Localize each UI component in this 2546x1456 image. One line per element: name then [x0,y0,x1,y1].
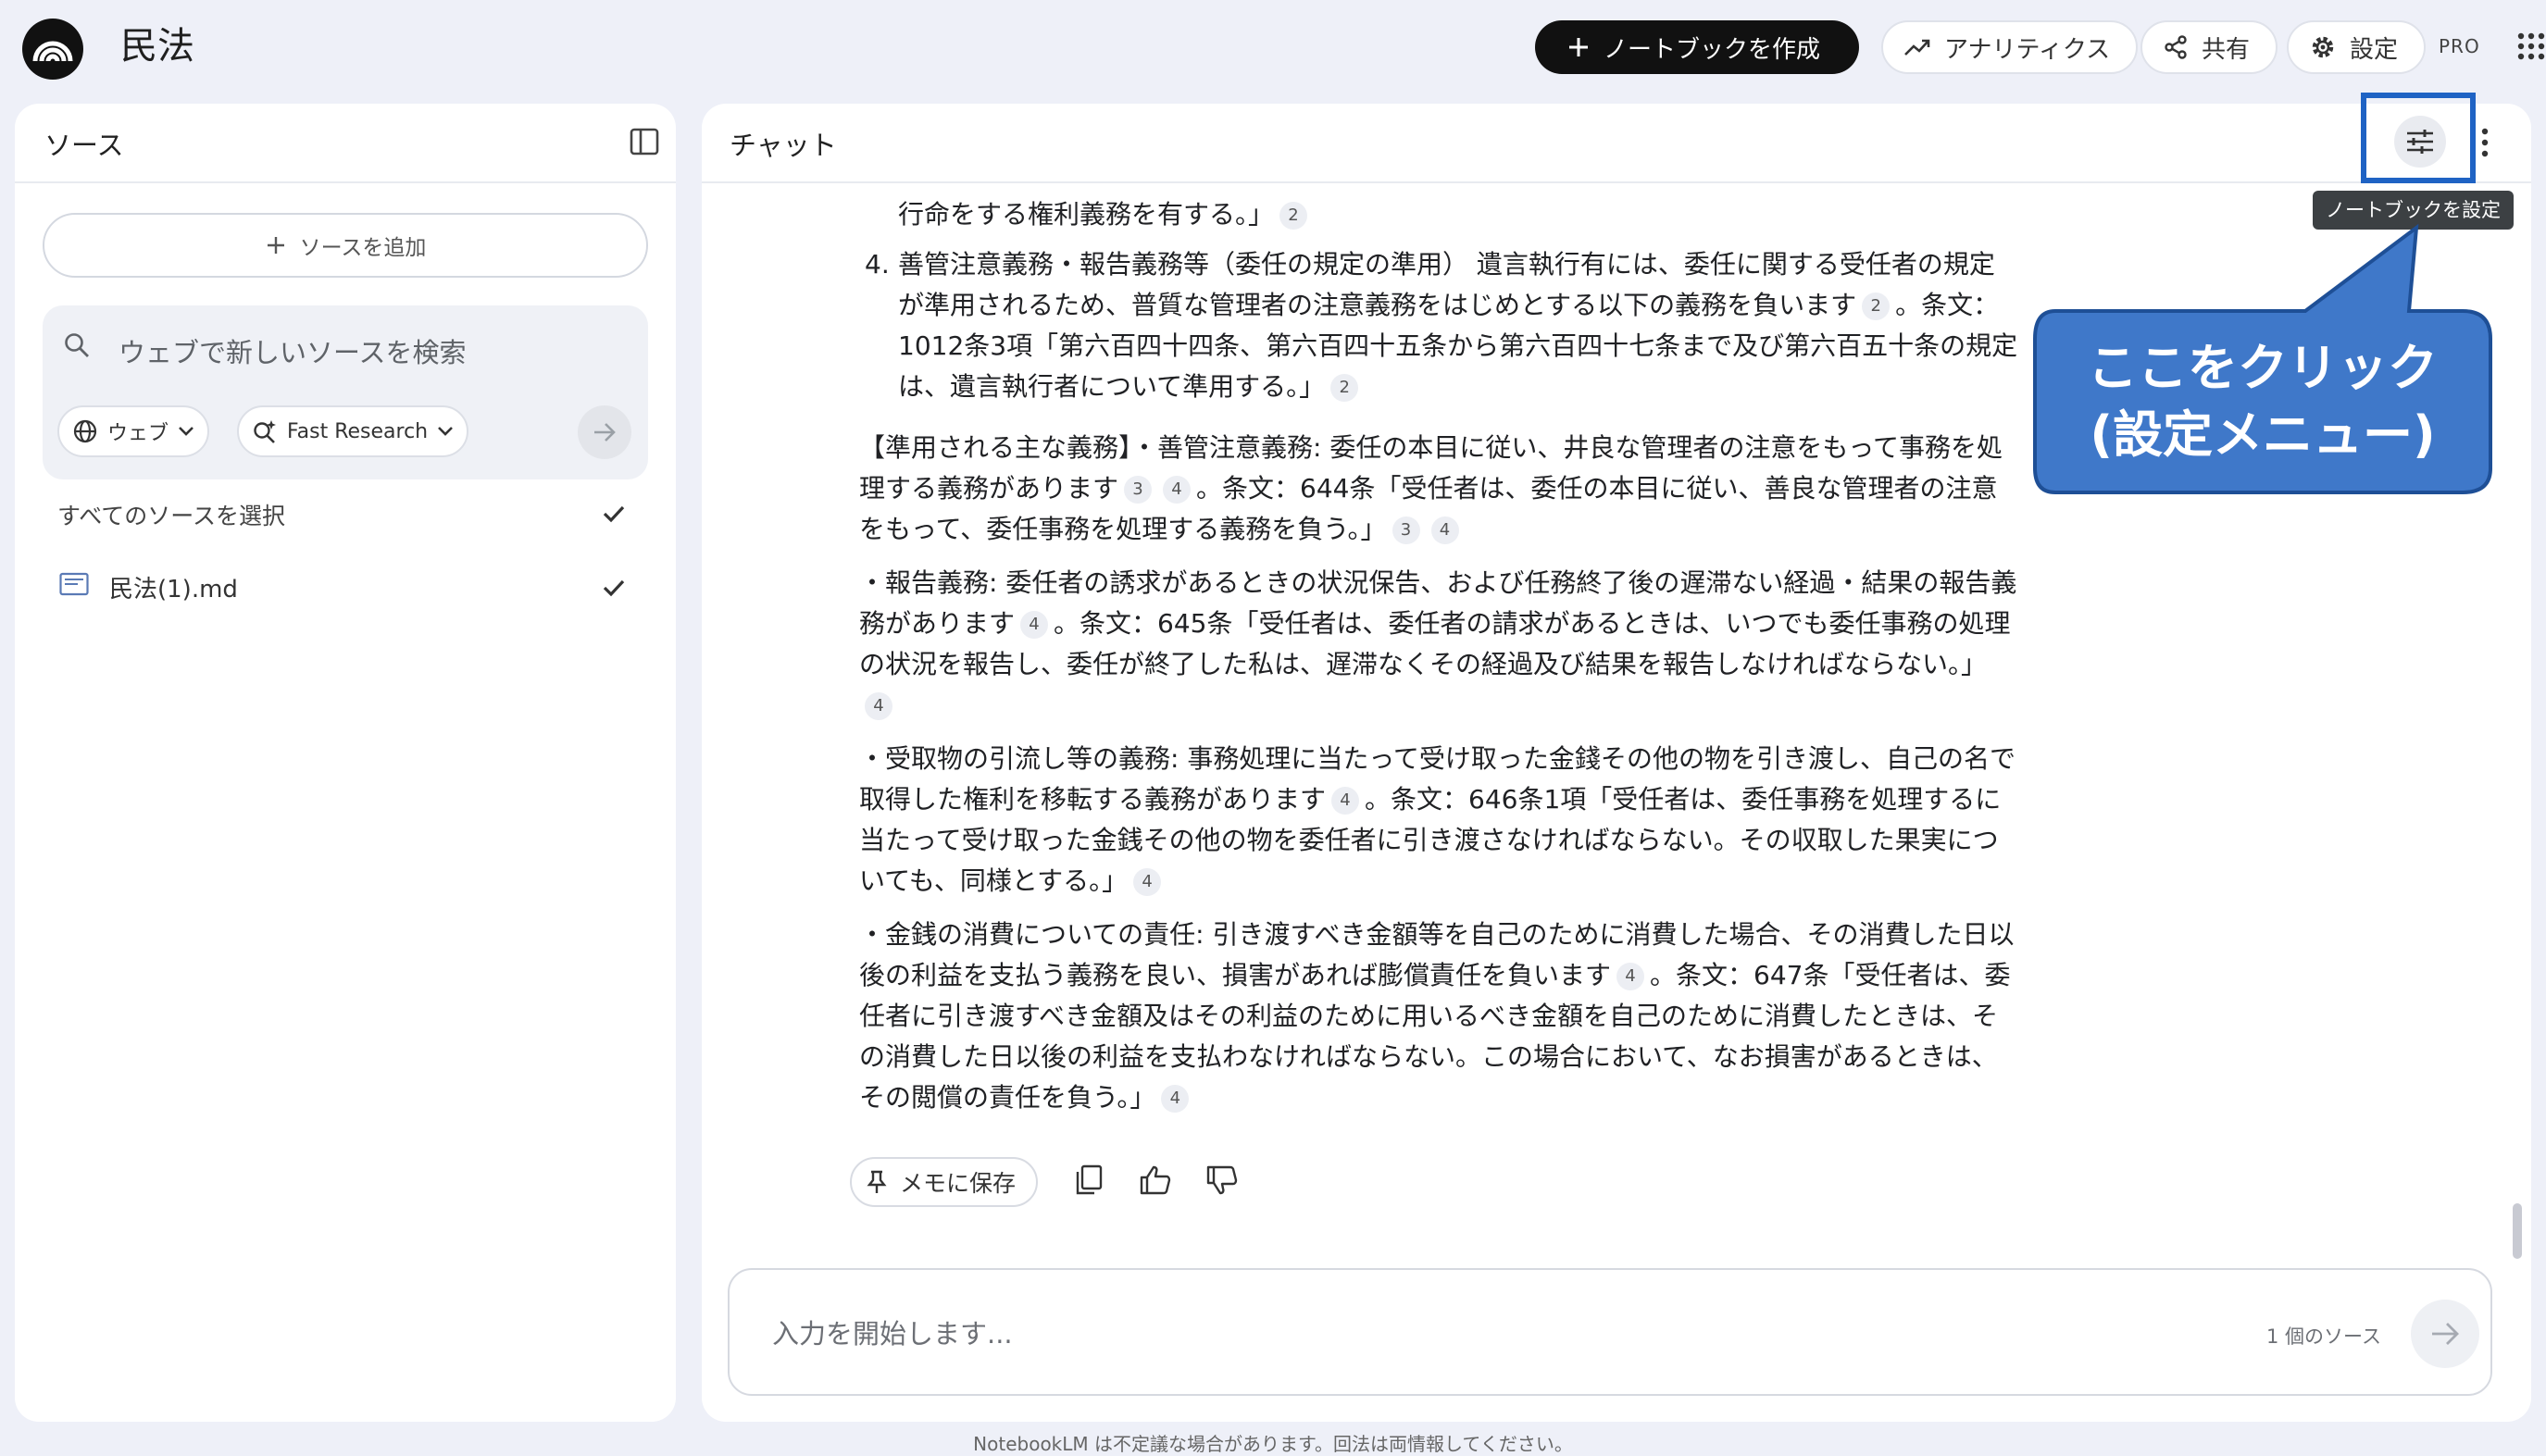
create-notebook-button[interactable]: ノートブックを作成 [1535,20,1860,74]
source-item-label[interactable]: 民法(1).md [109,570,238,604]
citation-badge[interactable]: 3 [1124,476,1153,504]
chat-panel-title: チャット [730,130,837,161]
citation-badge[interactable]: 4 [865,692,892,720]
footer-disclaimer: NotebookLM は不定議な場合があります。回法は両情報してください。 [973,1433,1573,1455]
gear-icon [2312,36,2334,58]
citation-badge[interactable]: 4 [1133,868,1162,896]
settings-button[interactable]: 設定 [2287,20,2427,74]
add-source-label: ソースを追加 [299,236,427,260]
checkmark-icon [603,505,625,523]
source-item-checkbox[interactable] [598,572,630,604]
chat-scrollbar[interactable] [2513,1203,2522,1259]
notebooklm-logo[interactable] [22,19,83,80]
sources-panel-title: ソース [44,130,124,161]
select-all-label: すべてのソースを選択 [57,503,286,529]
save-to-note-button[interactable]: メモに保存 [850,1157,1039,1207]
analytics-button[interactable]: アナリティクス [1881,20,2139,74]
chat-header-divider [702,181,2531,183]
search-icon [63,331,91,359]
citation-badge[interactable]: 4 [1430,516,1459,544]
sources-header-divider [15,181,676,183]
share-button[interactable]: 共有 [2140,20,2278,74]
trending-up-icon [1904,39,1930,56]
copy-icon[interactable] [1074,1164,1104,1196]
citation-badge[interactable]: 4 [1161,1085,1190,1113]
logo-icon [32,41,73,62]
message-text: 行命をする権利義務を有する。」 [898,199,1275,230]
web-search-input[interactable] [117,330,620,376]
thumbs-up-icon[interactable] [1139,1164,1172,1196]
web-source-dropdown[interactable]: ウェブ [57,405,210,457]
message-paragraph: ・金銭の消費についての責任: 引き渡すべき金額等を自己のために消費した場合、その… [859,915,2018,1118]
apps-grid-icon[interactable] [2516,31,2546,61]
web-chip-label: ウェブ [107,422,169,445]
citation-badge[interactable]: 4 [1163,476,1192,504]
citation-badge[interactable]: 4 [1020,611,1049,639]
globe-icon [73,419,97,443]
send-button[interactable] [2411,1300,2479,1368]
list-number: 4. [865,249,890,280]
plus-icon [267,237,284,254]
web-search-box: ウェブ Fast Research [43,305,648,479]
list-item: 行命をする権利義務を有する。」 2 [859,194,2018,235]
list-item: 4. 善管注意義務・報告義務等（委任の規定の準用） 遺言執行有には、委任に関する… [859,244,2018,407]
message-paragraph: ・報告義務: 委任者の誘求があるときの状況保告、および任務終了後の遅滞ない経過・… [859,563,2018,726]
citation-badge[interactable]: 2 [1279,202,1308,230]
add-source-button[interactable]: ソースを追加 [43,213,648,278]
highlight-box [2361,93,2476,183]
chevron-down-icon [179,427,193,436]
plus-icon [1569,38,1588,56]
arrow-right-icon [2432,1323,2459,1345]
pro-badge: PRO [2439,35,2480,57]
more-options-icon[interactable] [2479,126,2490,159]
thumbs-down-icon[interactable] [1205,1164,1239,1196]
pin-icon [867,1170,887,1193]
callout-line-2: (設定メニュー) [2090,405,2436,464]
callout-text: ここをクリック (設定メニュー) [2041,335,2485,468]
chat-input[interactable] [770,1307,1978,1361]
select-all-checkbox[interactable] [598,498,630,529]
citation-badge[interactable]: 2 [1330,374,1359,402]
chat-input-box: 1 個のソース [728,1268,2492,1396]
markdown-file-icon [59,572,89,596]
chat-message: 行命をする権利義務を有する。」 2 4. 善管注意義務・報告義務等（委任の規定の準… [859,194,2018,1131]
citation-badge[interactable]: 4 [1616,963,1645,990]
source-count: 1 個のソース [2266,1325,2381,1348]
settings-label: 設定 [2350,35,2399,64]
share-label: 共有 [2202,35,2251,64]
message-paragraph: 【準用される主な義務】・善管注意義務: 委任の本目に従い、井良な管理者の注意をも… [859,428,2018,550]
citation-badge[interactable]: 2 [1862,292,1891,320]
citation-badge[interactable]: 3 [1392,516,1420,544]
research-mode-dropdown[interactable]: Fast Research [237,405,469,457]
research-search-icon [254,420,276,443]
analytics-label: アナリティクス [1944,35,2111,64]
share-icon [2165,35,2187,59]
save-to-note-label: メモに保存 [900,1170,1017,1197]
sources-panel: ソース ソースを追加 ウェブで新しいソースを検索 ウェブ Fast Resear… [15,104,676,1422]
create-notebook-label: ノートブックを作成 [1604,35,1821,64]
search-submit-button[interactable] [578,405,631,459]
research-chip-label: Fast Research [287,419,429,443]
citation-badge[interactable]: 4 [1331,787,1360,815]
message-paragraph: ・受取物の引流し等の義務: 事務処理に当たって受け取った金錢その他の物を引き渡し… [859,739,2018,902]
callout-line-1: ここをクリック [2088,339,2438,397]
arrow-right-icon [594,423,616,442]
message-text: 善管注意義務・報告義務等（委任の規定の準用） 遺言執行有には、委任に関する受任者… [898,249,1995,320]
checkmark-icon [603,579,625,597]
chevron-down-icon [438,427,454,436]
notebook-title[interactable]: 民法 [120,22,194,70]
collapse-panel-icon[interactable] [630,128,659,156]
